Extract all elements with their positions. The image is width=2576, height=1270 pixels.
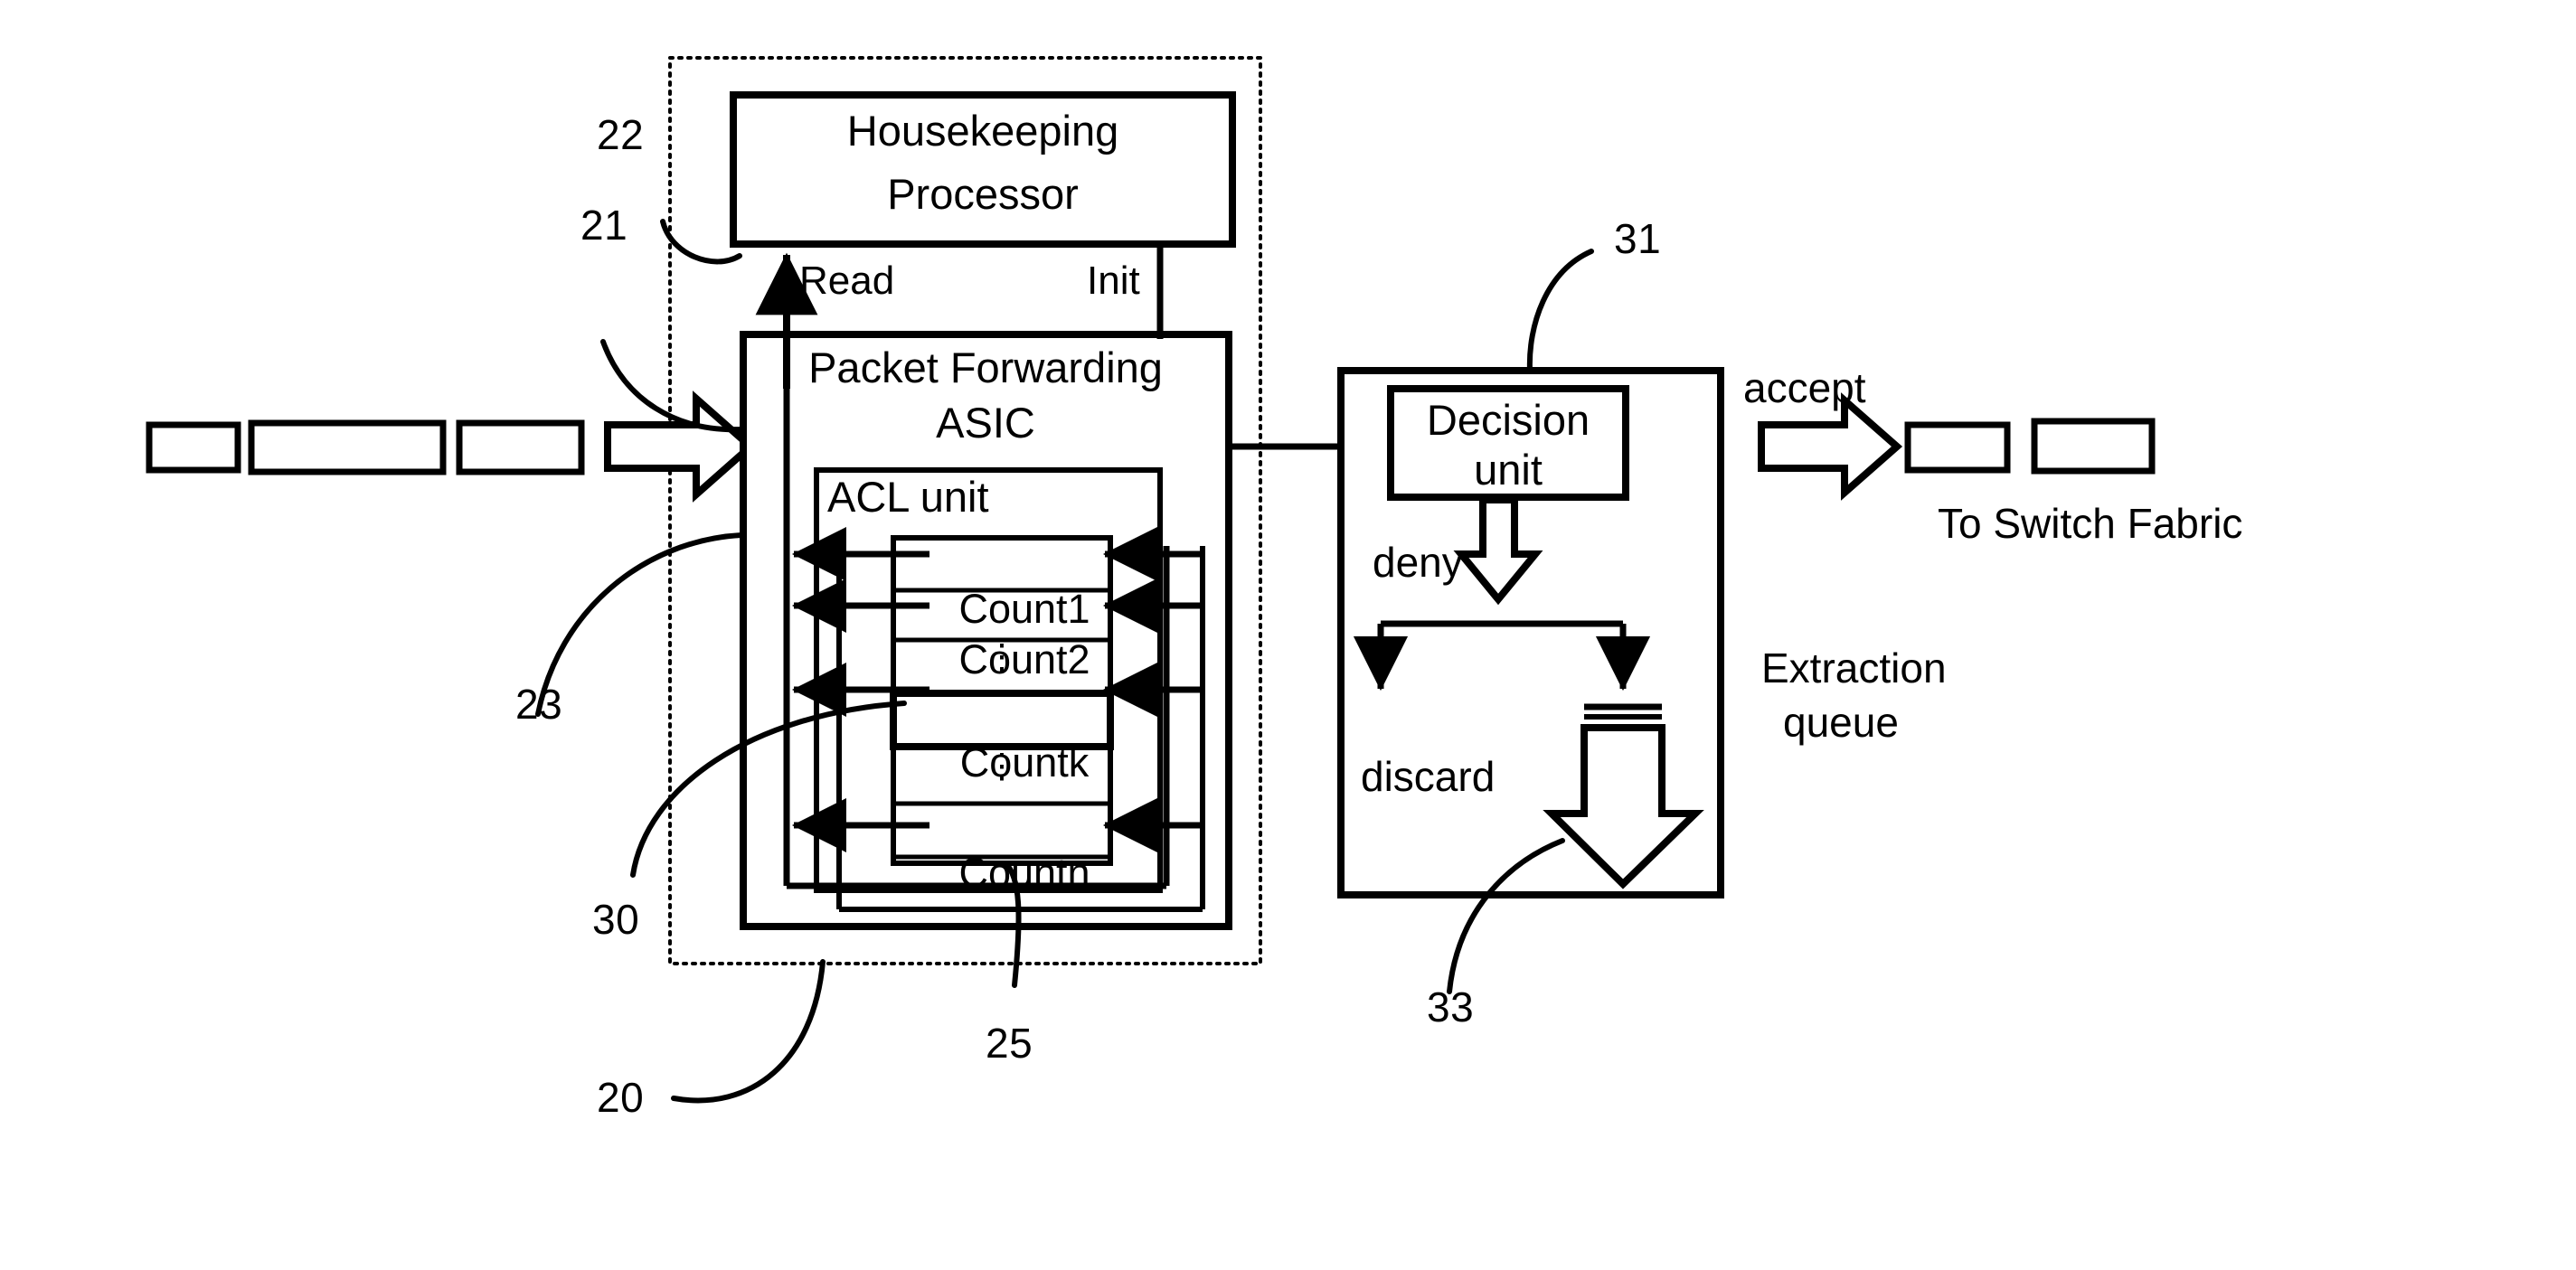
reference-numeral-33: 33 bbox=[1427, 983, 1475, 1030]
counter-row: Countn bbox=[913, 808, 1090, 937]
reference-numeral-20: 20 bbox=[597, 1074, 645, 1121]
counter-label: Count bbox=[958, 849, 1068, 896]
reference-numeral-30: 30 bbox=[592, 896, 640, 943]
reference-numeral-21: 21 bbox=[580, 202, 628, 249]
patent-figure: Housekeeping Processor Read Init Packet … bbox=[0, 0, 2576, 1270]
housekeeping-processor-label-line1: Housekeeping bbox=[846, 107, 1119, 155]
acl-unit-label: ACL unit bbox=[827, 473, 989, 521]
reference-numeral-25: 25 bbox=[986, 1020, 1033, 1067]
counter-ellipsis-upper: ⋮ bbox=[985, 638, 1019, 676]
diagram-canvas bbox=[146, 56, 2156, 1104]
read-signal-label: Read bbox=[799, 259, 895, 303]
deny-label: deny bbox=[1373, 539, 1463, 586]
accept-label: accept bbox=[1743, 364, 1866, 411]
asic-label-line1: Packet Forwarding bbox=[808, 343, 1163, 391]
leader-22 bbox=[660, 219, 742, 265]
counter-index: 2 bbox=[1067, 635, 1090, 682]
housekeeping-processor-label-line2: Processor bbox=[887, 170, 1079, 218]
counter-index: n bbox=[1067, 849, 1090, 896]
input-packet-3 bbox=[456, 419, 585, 475]
discard-label: discard bbox=[1361, 753, 1496, 800]
leader-31 bbox=[1526, 249, 1594, 373]
input-packet-1 bbox=[146, 421, 241, 474]
asic-label-line2: ASIC bbox=[936, 399, 1035, 447]
extraction-queue-label-line2: queue bbox=[1783, 699, 1899, 746]
output-packet-1 bbox=[1904, 421, 2011, 474]
output-packet-2 bbox=[2031, 418, 2156, 475]
decision-unit-label-line1: Decision bbox=[1426, 396, 1590, 444]
init-signal-label: Init bbox=[1087, 259, 1140, 303]
leader-23 bbox=[535, 532, 744, 717]
decision-unit-label-line2: unit bbox=[1474, 446, 1543, 494]
input-packet-2 bbox=[248, 419, 447, 475]
counter-ellipsis-lower: ⋮ bbox=[985, 748, 1019, 786]
ingress-block-arrow bbox=[604, 390, 757, 503]
extraction-queue-label-line1: Extraction bbox=[1761, 644, 1947, 691]
reference-numeral-31: 31 bbox=[1614, 215, 1662, 262]
reference-numeral-23: 23 bbox=[515, 681, 563, 728]
accept-block-arrow bbox=[1758, 392, 1903, 501]
reference-numeral-22: 22 bbox=[597, 111, 645, 158]
to-switch-fabric-label: To Switch Fabric bbox=[1938, 500, 2243, 547]
leader-20 bbox=[671, 959, 826, 1104]
counter-index: k bbox=[1068, 738, 1090, 786]
